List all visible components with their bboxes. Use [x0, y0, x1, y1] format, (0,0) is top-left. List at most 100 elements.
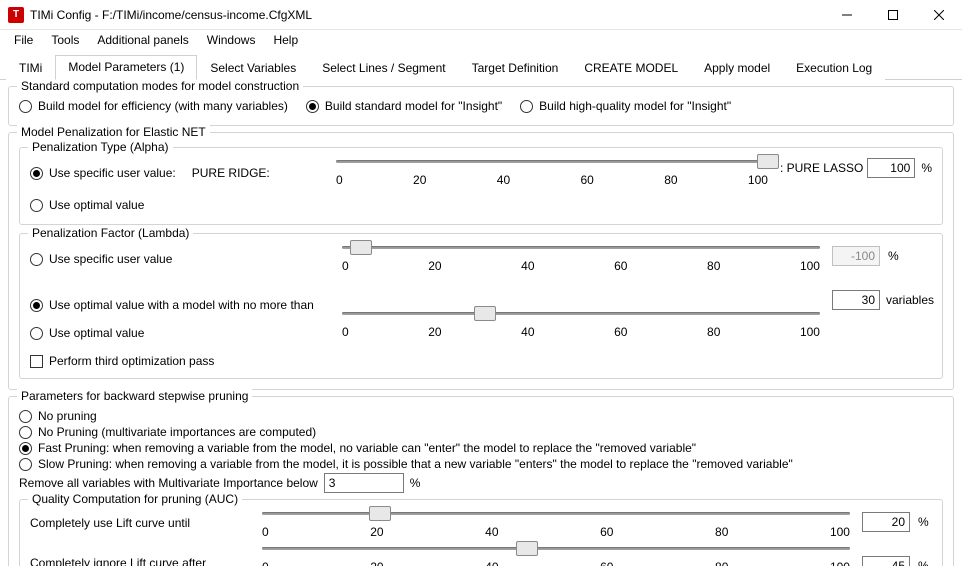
menu-tools[interactable]: Tools — [43, 31, 87, 49]
label-build-standard: Build standard model for "Insight" — [325, 99, 502, 113]
menu-help[interactable]: Help — [265, 31, 306, 49]
tick: 40 — [521, 325, 534, 339]
input-alpha-value[interactable] — [867, 158, 915, 178]
label-pct: % — [918, 515, 929, 529]
label-lift-until: Completely use Lift curve until — [30, 516, 250, 530]
input-lambda-specific — [832, 246, 880, 266]
label-build-hq: Build high-quality model for "Insight" — [539, 99, 731, 113]
tab-create-model[interactable]: CREATE MODEL — [571, 56, 691, 80]
tick: 20 — [413, 173, 426, 187]
radio-build-standard[interactable] — [306, 100, 319, 113]
tab-execution-log[interactable]: Execution Log — [783, 56, 885, 80]
group-lambda-label: Penalization Factor (Lambda) — [28, 226, 193, 240]
radio-fast-pruning[interactable] — [19, 442, 32, 455]
group-penalization-label: Model Penalization for Elastic NET — [17, 125, 210, 139]
label-lambda-optimal-with: Use optimal value with a model with no m… — [49, 298, 314, 312]
menu-windows[interactable]: Windows — [199, 31, 264, 49]
window-title: TIMi Config - F:/TIMi/income/census-inco… — [30, 8, 824, 22]
tick: 60 — [614, 325, 627, 339]
tab-apply-model[interactable]: Apply model — [691, 56, 783, 80]
label-pure-ridge: PURE RIDGE: — [192, 166, 270, 180]
group-alpha-label: Penalization Type (Alpha) — [28, 140, 173, 154]
slider-lambda-specific[interactable]: 0 20 40 60 80 100 — [342, 242, 820, 304]
label-lambda-specific: Use specific user value — [49, 252, 172, 266]
radio-lambda-specific[interactable] — [30, 253, 43, 266]
label-no-pruning: No pruning — [38, 409, 97, 423]
group-pruning-label: Parameters for backward stepwise pruning — [17, 389, 252, 403]
group-alpha: Penalization Type (Alpha) Use specific u… — [19, 147, 943, 225]
label-alpha-specific: Use specific user value: — [49, 166, 176, 180]
minimize-button[interactable] — [824, 0, 870, 29]
titlebar: T TIMi Config - F:/TIMi/income/census-in… — [0, 0, 962, 30]
group-penalization: Model Penalization for Elastic NET Penal… — [8, 132, 954, 390]
label-variables: variables — [886, 293, 934, 307]
tick: 80 — [715, 525, 728, 539]
checkbox-third-pass[interactable] — [30, 355, 43, 368]
input-lift-after[interactable] — [862, 556, 910, 566]
tab-select-lines[interactable]: Select Lines / Segment — [309, 56, 458, 80]
radio-build-efficiency[interactable] — [19, 100, 32, 113]
radio-slow-pruning[interactable] — [19, 458, 32, 471]
slider-lift-until[interactable]: 0 20 40 60 80 100 — [262, 508, 850, 539]
group-standard-modes: Standard computation modes for model con… — [8, 86, 954, 126]
input-lift-until[interactable] — [862, 512, 910, 532]
radio-lambda-optimal-with[interactable] — [30, 299, 43, 312]
tick: 0 — [342, 259, 349, 273]
menu-additional-panels[interactable]: Additional panels — [89, 31, 196, 49]
close-button[interactable] — [916, 0, 962, 29]
tick: 20 — [370, 560, 383, 566]
radio-alpha-specific[interactable] — [30, 167, 43, 180]
label-fast-pruning: Fast Pruning: when removing a variable f… — [38, 441, 696, 455]
tab-target-definition[interactable]: Target Definition — [459, 56, 572, 80]
tick: 100 — [800, 259, 820, 273]
label-pure-lasso: : PURE LASSO — [780, 161, 863, 175]
tick: 100 — [800, 325, 820, 339]
radio-lambda-optimal[interactable] — [30, 327, 43, 340]
tabstrip: TIMi Model Parameters (1) Select Variabl… — [0, 50, 962, 80]
menubar: File Tools Additional panels Windows Hel… — [0, 30, 962, 50]
app-icon: T — [8, 7, 24, 23]
tick: 20 — [428, 259, 441, 273]
label-third-pass: Perform third optimization pass — [49, 354, 214, 368]
tick: 20 — [428, 325, 441, 339]
radio-build-hq[interactable] — [520, 100, 533, 113]
label-pct: % — [921, 161, 932, 175]
tick: 80 — [715, 560, 728, 566]
label-build-efficiency: Build model for efficiency (with many va… — [38, 99, 288, 113]
label-lambda-optimal: Use optimal value — [49, 326, 144, 340]
label-pct: % — [918, 559, 929, 566]
tick: 0 — [262, 560, 269, 566]
tick: 0 — [342, 325, 349, 339]
label-pct: % — [410, 476, 421, 490]
group-pruning: Parameters for backward stepwise pruning… — [8, 396, 954, 566]
tick: 60 — [600, 560, 613, 566]
maximize-button[interactable] — [870, 0, 916, 29]
menu-file[interactable]: File — [6, 31, 41, 49]
tab-model-parameters[interactable]: Model Parameters (1) — [55, 55, 197, 80]
slider-lambda-variables[interactable]: 0 20 40 60 80 100 — [342, 310, 820, 370]
label-remove-below: Remove all variables with Multivariate I… — [19, 476, 318, 490]
label-no-pruning-multi: No Pruning (multivariate importances are… — [38, 425, 316, 439]
tick: 40 — [521, 259, 534, 273]
label-lift-after: Completely ignore Lift curve after — [30, 556, 250, 566]
radio-alpha-optimal[interactable] — [30, 199, 43, 212]
tab-select-variables[interactable]: Select Variables — [197, 56, 309, 80]
input-lambda-variables[interactable] — [832, 290, 880, 310]
label-alpha-optimal: Use optimal value — [49, 198, 144, 212]
tick: 60 — [600, 525, 613, 539]
tick: 40 — [497, 173, 510, 187]
label-pct: % — [888, 249, 899, 263]
label-slow-pruning: Slow Pruning: when removing a variable f… — [38, 457, 793, 471]
tick: 100 — [830, 560, 850, 566]
tick: 80 — [664, 173, 677, 187]
group-quality-label: Quality Computation for pruning (AUC) — [28, 492, 242, 506]
slider-alpha[interactable]: 0 20 40 60 80 100 — [336, 160, 768, 187]
tick: 80 — [707, 259, 720, 273]
radio-no-pruning[interactable] — [19, 410, 32, 423]
slider-lift-after[interactable]: 0 20 40 60 80 100 — [262, 545, 850, 566]
group-standard-modes-label: Standard computation modes for model con… — [17, 79, 303, 93]
input-remove-below[interactable] — [324, 473, 404, 493]
tab-timi[interactable]: TIMi — [6, 56, 55, 80]
radio-no-pruning-multi[interactable] — [19, 426, 32, 439]
tick: 60 — [580, 173, 593, 187]
